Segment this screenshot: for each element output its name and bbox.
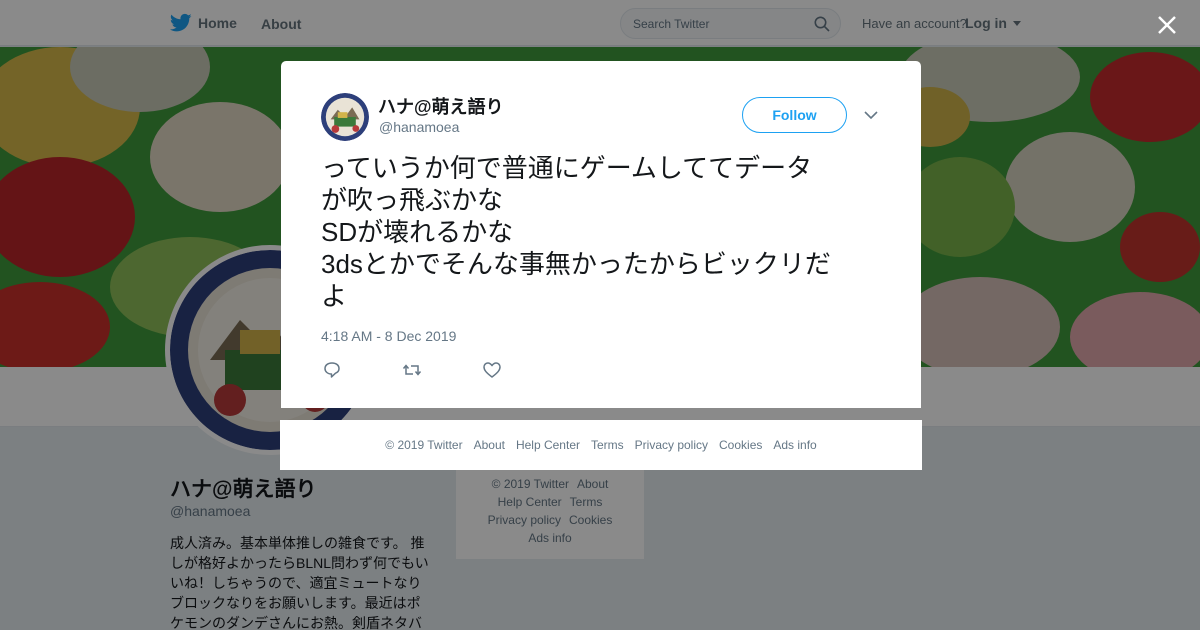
- reply-icon[interactable]: [322, 360, 342, 380]
- tweet-text-line: SDが壊れるかな: [321, 217, 514, 247]
- modal-footer-ads-link[interactable]: Ads info: [773, 438, 816, 452]
- tweet-permalink-card: ハナ@萌え語り @hanamoea Follow っていうか何で普通にゲームして…: [281, 61, 921, 408]
- follow-button[interactable]: Follow: [742, 97, 847, 133]
- tweet-text-line: っていうか何で普通にゲームしててデータ: [321, 153, 813, 183]
- modal-footer-terms-link[interactable]: Terms: [591, 438, 624, 452]
- like-icon[interactable]: [482, 360, 502, 380]
- tweet-text-line: よ: [321, 281, 348, 311]
- tweet-text: っていうか何で普通にゲームしててデータ が吹っ飛ぶかな SDが壊れるかな 3ds…: [321, 152, 881, 312]
- retweet-icon[interactable]: [402, 360, 422, 380]
- modal-footer-help-link[interactable]: Help Center: [516, 438, 580, 452]
- tweet-text-line: が吹っ飛ぶかな: [321, 185, 504, 215]
- modal-footer-privacy-link[interactable]: Privacy policy: [635, 438, 708, 452]
- tweet-avatar-image: [321, 93, 369, 141]
- modal-footer: © 2019 Twitter About Help Center Terms P…: [280, 420, 922, 470]
- tweet-text-line: 3dsとかでそんな事無かったからビックリだ: [321, 249, 831, 279]
- close-icon[interactable]: [1155, 13, 1179, 37]
- tweet-author-name[interactable]: ハナ@萌え語り: [378, 93, 504, 119]
- modal-footer-cookies-link[interactable]: Cookies: [719, 438, 762, 452]
- modal-footer-copyright: © 2019 Twitter: [385, 438, 463, 452]
- tweet-avatar[interactable]: [321, 93, 369, 141]
- tweet-author-handle[interactable]: @hanamoea: [379, 119, 459, 135]
- tweet-timestamp[interactable]: 4:18 AM - 8 Dec 2019: [321, 328, 456, 344]
- modal-footer-about-link[interactable]: About: [474, 438, 505, 452]
- chevron-down-icon[interactable]: [863, 107, 879, 123]
